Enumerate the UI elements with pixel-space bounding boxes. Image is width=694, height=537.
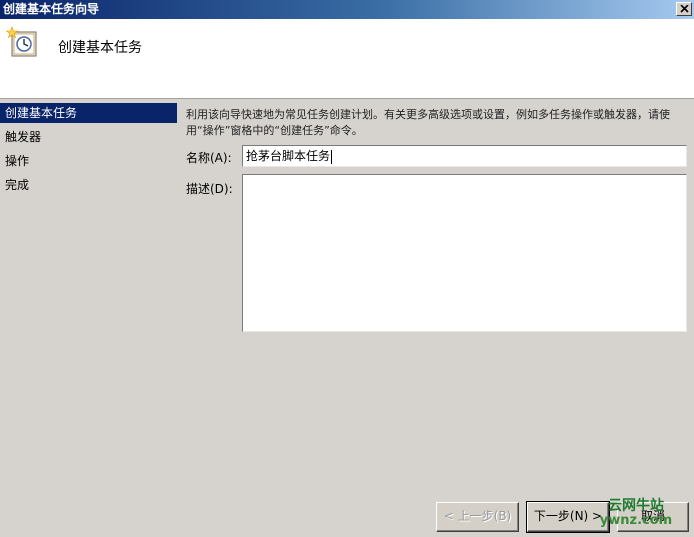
wizard-nav: 创建基本任务 触发器 操作 完成 <box>0 103 177 199</box>
nav-item-finish[interactable]: 完成 <box>0 175 177 199</box>
description-label: 描述(D): <box>186 182 233 196</box>
page-title: 创建基本任务 <box>58 40 142 56</box>
nav-item-action[interactable]: 操作 <box>0 151 177 175</box>
name-label: 名称(A): <box>186 151 232 165</box>
window-title: 创建基本任务向导 <box>3 2 100 16</box>
previous-button[interactable]: < 上一步(B) <box>436 502 519 532</box>
scheduled-task-clock-icon <box>5 26 40 63</box>
cancel-button[interactable]: 取消 <box>617 502 689 532</box>
window-titlebar: 创建基本任务向导 <box>0 0 694 19</box>
wizard-header: 创建基本任务 <box>0 19 694 99</box>
name-input[interactable]: 抢茅台脚本任务 <box>242 145 687 167</box>
text-caret <box>331 149 333 164</box>
wizard-description: 利用该向导快速地为常见任务创建计划。有关更多高级选项或设置，例如多任务操作或触发… <box>186 108 670 137</box>
wizard-content: 利用该向导快速地为常见任务创建计划。有关更多高级选项或设置，例如多任务操作或触发… <box>186 107 686 139</box>
nav-item-create-basic-task[interactable]: 创建基本任务 <box>0 103 177 123</box>
close-icon <box>680 5 689 13</box>
close-button[interactable] <box>676 2 692 16</box>
description-textarea[interactable] <box>242 174 687 332</box>
next-button[interactable]: 下一步(N) > <box>526 501 610 533</box>
nav-item-trigger[interactable]: 触发器 <box>0 127 177 151</box>
name-input-value: 抢茅台脚本任务 <box>246 149 331 163</box>
